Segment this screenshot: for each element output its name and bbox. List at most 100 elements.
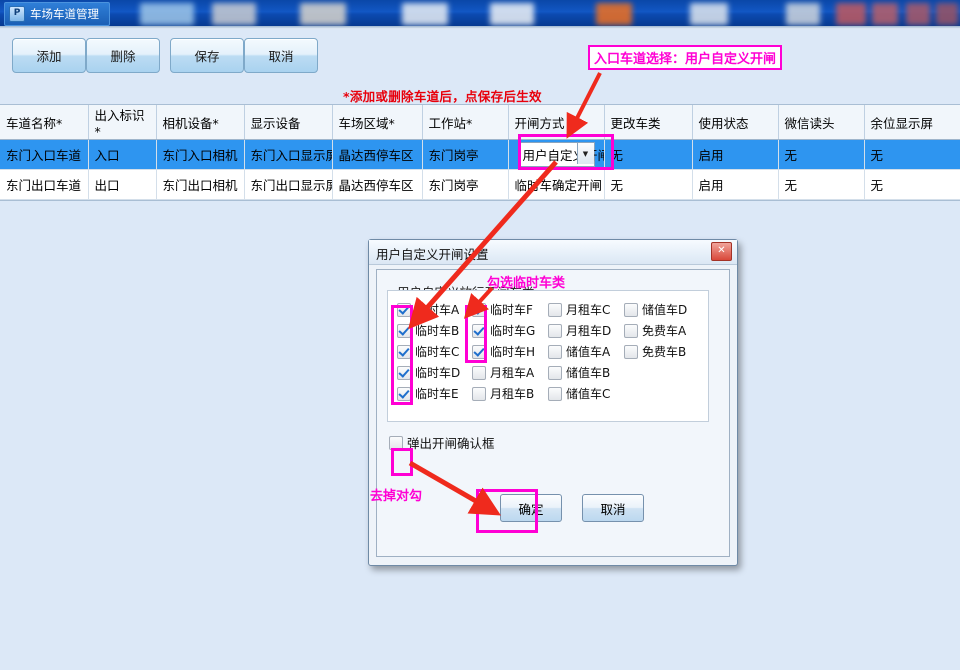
add-button[interactable]: 添加	[12, 38, 86, 73]
vehicle-type-checkbox-row[interactable]: 临时车C	[397, 341, 460, 362]
table-cell[interactable]: 入口	[88, 139, 157, 170]
taskbar-blurred-item	[140, 3, 194, 25]
checkbox-label: 月租车C	[566, 303, 611, 317]
checkbox-临时车A[interactable]	[397, 302, 411, 317]
save-hint-text: *添加或删除车道后，点保存后生效	[343, 89, 542, 104]
checkbox-临时车G[interactable]	[472, 323, 486, 338]
column-header-3[interactable]: 显示设备	[244, 105, 333, 140]
dialog-titlebar[interactable]: 用户自定义开闸设置 ✕	[369, 240, 737, 265]
table-cell[interactable]: 启用	[692, 169, 779, 200]
vehicle-type-checkbox-row[interactable]: 临时车D	[397, 362, 460, 383]
table-cell[interactable]: 临时车确定开闸	[508, 169, 605, 200]
vehicle-type-checkbox-row[interactable]: 储值车B	[548, 362, 611, 383]
checkbox-label: 免费车B	[642, 345, 687, 359]
column-header-7[interactable]: 更改车类	[604, 105, 693, 140]
taskbar-active-window-button[interactable]: P 车场车道管理	[4, 2, 110, 26]
vehicle-type-checkbox-row[interactable]: 临时车A	[397, 299, 460, 320]
table-cell[interactable]: 东门出口显示屏	[244, 169, 333, 200]
vehicle-type-checkbox-row[interactable]: 月租车D	[548, 320, 611, 341]
checkbox-label: 储值车C	[566, 387, 611, 401]
table-cell[interactable]: 东门入口车道	[0, 139, 89, 170]
checkbox-月租车A[interactable]	[472, 365, 486, 380]
checkbox-月租车B[interactable]	[472, 386, 486, 401]
checkbox-label: 临时车C	[415, 345, 460, 359]
column-header-6[interactable]: 开闸方式	[508, 105, 605, 140]
save-button[interactable]: 保存	[170, 38, 244, 73]
taskbar-blurred-item	[872, 3, 898, 25]
vehicle-type-checkbox-row[interactable]: 临时车H	[472, 341, 535, 362]
table-cell[interactable]: 东门入口相机	[156, 139, 245, 170]
dialog-cancel-button[interactable]: 取消	[582, 494, 644, 522]
table-cell[interactable]: 无	[604, 139, 693, 170]
vehicle-type-checkbox-row[interactable]: 储值车C	[548, 383, 611, 404]
vehicle-type-checkbox-row[interactable]: 月租车C	[548, 299, 611, 320]
column-header-9[interactable]: 微信读头	[778, 105, 865, 140]
checkbox-临时车H[interactable]	[472, 344, 486, 359]
vehicle-type-checkbox-row[interactable]: 储值车D	[624, 299, 687, 320]
checkbox-储值车B[interactable]	[548, 365, 562, 380]
column-header-4[interactable]: 车场区域*	[332, 105, 423, 140]
chevron-down-icon[interactable]: ▼	[576, 143, 594, 164]
table-cell[interactable]: 晶达西停车区	[332, 169, 423, 200]
column-header-5[interactable]: 工作站*	[422, 105, 509, 140]
vehicle-type-checkbox-row[interactable]: 临时车G	[472, 320, 535, 341]
checkbox-储值车C[interactable]	[548, 386, 562, 401]
checkbox-临时车C[interactable]	[397, 344, 411, 359]
table-cell[interactable]: 东门出口相机	[156, 169, 245, 200]
vehicle-type-checkbox-row[interactable]: 月租车A	[472, 362, 535, 383]
column-header-8[interactable]: 使用状态	[692, 105, 779, 140]
column-header-2[interactable]: 相机设备*	[156, 105, 245, 140]
table-cell[interactable]: 晶达西停车区	[332, 139, 423, 170]
dialog-body: 用户自定义放行开闸车类 临时车A临时车B临时车C临时车D临时车E 临时车F临时车…	[376, 269, 730, 557]
checkbox-储值车A[interactable]	[548, 344, 562, 359]
checkbox-临时车D[interactable]	[397, 365, 411, 380]
table-cell[interactable]: 无	[778, 139, 865, 170]
column-header-0[interactable]: 车道名称*	[0, 105, 89, 140]
taskbar-blurred-item	[690, 3, 728, 25]
app-icon: P	[9, 6, 25, 22]
vehicle-type-checkbox-row[interactable]: 临时车F	[472, 299, 535, 320]
table-cell[interactable]: 无	[778, 169, 865, 200]
vehicle-type-checkbox-row[interactable]: 免费车B	[624, 341, 687, 362]
popup-confirm-checkbox-row[interactable]: 弹出开闸确认框	[389, 433, 495, 452]
checkbox-免费车B[interactable]	[624, 344, 638, 359]
dialog-title: 用户自定义开闸设置	[376, 247, 489, 262]
table-cell[interactable]: 出口	[88, 169, 157, 200]
checkbox-月租车C[interactable]	[548, 302, 562, 317]
table-row[interactable]: 东门入口车道 入口 东门入口相机 东门入口显示屏 晶达西停车区 东门岗亭 用户自定义开闸 ▼ 无…	[0, 139, 960, 170]
table-cell[interactable]: 用户自定义开闸 ▼	[508, 139, 605, 170]
entry-lane-callout-label: 入口车道选择：用户自定义开闸	[588, 45, 783, 70]
table-cell[interactable]: 东门岗亭	[422, 169, 509, 200]
vehicle-type-checkbox-row[interactable]: 免费车A	[624, 320, 687, 341]
vehicle-type-checkbox-row[interactable]: 储值车A	[548, 341, 611, 362]
column-header-1[interactable]: 出入标识*	[88, 105, 157, 140]
table-row[interactable]: 东门出口车道 出口 东门出口相机 东门出口显示屏 晶达西停车区 东门岗亭 临时车确定开闸无启…	[0, 169, 960, 200]
checkbox-临时车E[interactable]	[397, 386, 411, 401]
popup-confirm-checkbox[interactable]	[389, 435, 403, 450]
cancel-button[interactable]: 取消	[244, 38, 318, 73]
close-icon[interactable]: ✕	[711, 242, 732, 261]
desktop-taskbar: P 车场车道管理	[0, 0, 960, 26]
ok-button[interactable]: 确定	[500, 494, 562, 522]
vehicle-type-checkbox-row[interactable]: 月租车B	[472, 383, 535, 404]
checkbox-储值车D[interactable]	[624, 302, 638, 317]
open-gate-mode-combobox[interactable]: 用户自定义开闸 ▼	[517, 142, 603, 167]
vehicle-type-checkbox-row[interactable]: 临时车B	[397, 320, 460, 341]
checkbox-label: 月租车B	[490, 387, 535, 401]
column-header-10[interactable]: 余位显示屏	[864, 105, 960, 140]
vehicle-type-checkbox-row[interactable]: 临时车E	[397, 383, 460, 404]
table-cell[interactable]: 东门入口显示屏	[244, 139, 333, 170]
checkbox-免费车A[interactable]	[624, 323, 638, 338]
table-cell[interactable]: 启用	[692, 139, 779, 170]
checkbox-临时车F[interactable]	[472, 302, 486, 317]
table-cell[interactable]: 无	[604, 169, 693, 200]
delete-button[interactable]: 删除	[86, 38, 160, 73]
table-cell[interactable]: 东门出口车道	[0, 169, 89, 200]
checkbox-月租车D[interactable]	[548, 323, 562, 338]
table-cell[interactable]: 东门岗亭	[422, 139, 509, 170]
table-cell[interactable]: 无	[864, 139, 960, 170]
checkbox-临时车B[interactable]	[397, 323, 411, 338]
checkbox-column-1: 临时车A 临时车B 临时车C 临时车D 临时车E	[397, 299, 460, 404]
checkbox-label: 月租车D	[566, 324, 612, 338]
table-cell[interactable]: 无	[864, 169, 960, 200]
